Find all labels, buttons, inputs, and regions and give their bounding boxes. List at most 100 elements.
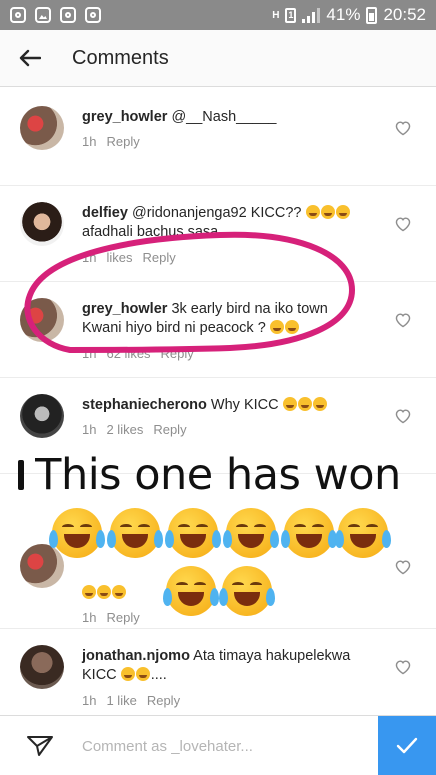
comment-list: grey_howler @__Nash_____ 1h Reply delfie… (0, 90, 436, 725)
reply-button[interactable]: Reply (142, 250, 175, 265)
comment-text-ellipsis: .... (150, 667, 167, 683)
comment-text: grey_howler @__Nash_____ (82, 108, 380, 127)
avatar[interactable] (20, 394, 64, 438)
comment-meta: 1h 2 likes Reply (82, 422, 187, 437)
send-button[interactable] (378, 716, 436, 775)
comment-text: jonathan.njomo Ata timaya hakupelekwa KI… (82, 647, 380, 685)
persevering-emoji-icon (135, 667, 150, 681)
comment-composer (0, 715, 436, 775)
comment-text: delfiey @ridonanjenga92 KICC?? afadhali … (82, 204, 380, 242)
battery-icon (366, 6, 378, 24)
like-heart-icon[interactable] (394, 559, 412, 575)
comment-meta: 1h 62 likes Reply (82, 346, 194, 361)
comment-username[interactable]: stephaniecherono (82, 397, 207, 413)
comment-item: delfiey @ridonanjenga92 KICC?? afadhali … (0, 186, 436, 282)
avatar[interactable] (20, 106, 64, 150)
instagram-notification-icon (10, 7, 26, 23)
instagram-notification-icon-3 (85, 7, 101, 23)
like-heart-icon[interactable] (394, 312, 412, 328)
status-bar: H 1 41% 20:52 (0, 0, 436, 30)
tears-of-joy-emoji-icon (163, 566, 219, 616)
back-arrow-icon (19, 49, 41, 67)
comment-time: 1h (82, 610, 97, 625)
like-count[interactable]: likes (106, 250, 132, 265)
reply-button[interactable]: Reply (106, 134, 139, 149)
comment-username[interactable]: grey_howler (82, 109, 167, 125)
notification-icons (10, 7, 101, 23)
laughing-emoji-icon (320, 205, 335, 219)
instagram-notification-icon-2 (60, 7, 76, 23)
like-count[interactable]: 1 like (106, 693, 136, 708)
comment-mention[interactable]: @__Nash_____ (171, 109, 276, 125)
comment-meta: 1h Reply (82, 610, 140, 625)
network-type: H (272, 9, 280, 21)
like-heart-icon[interactable] (394, 659, 412, 675)
comment-text: grey_howler 3k early bird na iko town Kw… (82, 300, 380, 338)
checkmark-icon (396, 737, 418, 754)
laughing-emoji-icon (335, 205, 350, 219)
laughing-emoji-icon (120, 667, 135, 681)
back-button[interactable] (0, 30, 60, 87)
reply-button[interactable]: Reply (106, 610, 139, 625)
avatar[interactable] (20, 202, 64, 246)
avatar[interactable] (20, 298, 64, 342)
comment-text-line-1: Why KICC (210, 397, 279, 413)
like-count[interactable]: 62 likes (106, 346, 150, 361)
comment-meta: 1h Reply (82, 134, 140, 149)
overlay-caption: This one has won (35, 450, 401, 500)
like-heart-icon[interactable] (394, 120, 412, 136)
comment-text: stephaniecherono Why KICC (82, 396, 380, 415)
like-count[interactable]: 2 likes (106, 422, 143, 437)
signal-icon (302, 7, 321, 23)
reply-button[interactable]: Reply (161, 346, 194, 361)
comment-time: 1h (82, 134, 97, 149)
like-heart-icon[interactable] (394, 408, 412, 424)
battery-percent: 41% (326, 5, 361, 24)
tears-of-joy-emoji-icon (335, 508, 391, 558)
comment-text-line-1: 3k early bird na iko town (171, 301, 328, 317)
laughing-emoji-icon (305, 205, 320, 219)
tears-of-joy-emoji-icon (281, 508, 337, 558)
avatar[interactable] (20, 544, 64, 588)
comment-input[interactable] (82, 732, 362, 760)
comment-username[interactable]: delfiey (82, 205, 128, 221)
laughing-emoji-icon (97, 585, 111, 599)
reply-button[interactable]: Reply (147, 693, 180, 708)
comment-text-line-2: afadhali bachus sasa (82, 224, 219, 240)
laughing-emoji-icon (297, 397, 312, 411)
comment-item-highlighted: grey_howler 3k early bird na iko town Kw… (0, 282, 436, 378)
comment-text-line-2: KICC (82, 667, 117, 683)
comment-item: grey_howler @__Nash_____ 1h Reply (0, 90, 436, 186)
unamused-emoji-icon (269, 320, 284, 334)
page-title: Comments (72, 46, 169, 69)
comment-time: 1h (82, 250, 97, 265)
comment-item: jonathan.njomo Ata timaya hakupelekwa KI… (0, 629, 436, 725)
clock: 20:52 (383, 5, 426, 24)
like-heart-icon[interactable] (394, 216, 412, 232)
sim-icon: 1 (285, 7, 297, 23)
gallery-notification-icon (35, 7, 51, 23)
unamused-emoji-icon (284, 320, 299, 334)
system-indicators: H 1 41% 20:52 (272, 5, 426, 25)
comment-time: 1h (82, 422, 97, 437)
comment-text-line-1: Ata timaya hakupelekwa (193, 648, 351, 664)
laughing-emoji-icon (312, 397, 327, 411)
tears-of-joy-emoji-icon (219, 566, 275, 616)
comment-text-line-2: Kwani hiyo bird ni peacock ? (82, 320, 266, 336)
direct-share-icon[interactable] (26, 734, 54, 758)
comment-username[interactable]: jonathan.njomo (82, 648, 190, 664)
comment-text-line-1: @ridonanjenga92 KICC?? (131, 205, 302, 221)
comment-meta: 1h likes Reply (82, 250, 176, 265)
tears-of-joy-emoji-icon (165, 508, 221, 558)
tears-of-joy-emoji-icon (49, 508, 105, 558)
laughing-emoji-icon (82, 585, 96, 599)
reply-button[interactable]: Reply (153, 422, 186, 437)
comment-username[interactable]: grey_howler (82, 301, 167, 317)
tears-of-joy-emoji-icon (107, 508, 163, 558)
avatar[interactable] (20, 645, 64, 689)
laughing-emoji-icon (282, 397, 297, 411)
app-header: Comments (0, 30, 436, 87)
comment-time: 1h (82, 693, 97, 708)
comment-meta: 1h 1 like Reply (82, 693, 180, 708)
comment-time: 1h (82, 346, 97, 361)
